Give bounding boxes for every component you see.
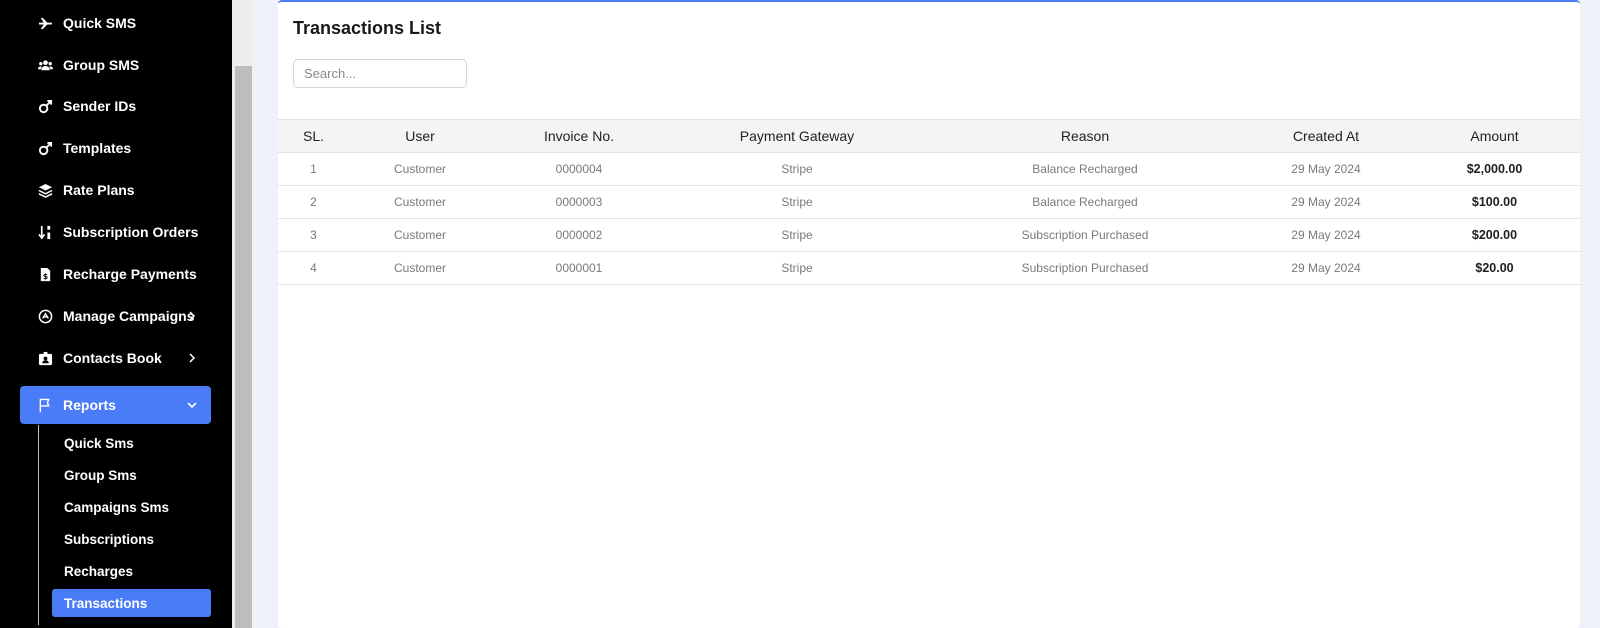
column-header-created-at[interactable]: Created At	[1243, 119, 1409, 153]
cell-sl: 4	[278, 251, 349, 285]
cell-gateway: Stripe	[667, 251, 927, 285]
cell-invoice: 0000001	[491, 251, 667, 285]
column-header-user[interactable]: User	[349, 119, 491, 153]
sidebar-item-label: Sender IDs	[63, 98, 137, 114]
transactions-card: Transactions List SL. User Invoice No. P…	[278, 0, 1580, 628]
table-header-row: SL. User Invoice No. Payment Gateway Rea…	[278, 119, 1580, 153]
submenu-item-label: Recharges	[64, 563, 134, 579]
column-header-sl[interactable]: SL.	[278, 119, 349, 153]
cell-amount: $200.00	[1409, 218, 1580, 252]
cell-sl: 1	[278, 152, 349, 186]
mars-icon	[37, 140, 53, 156]
flag-icon	[37, 397, 53, 413]
submenu-item-subscriptions[interactable]: Subscriptions	[52, 525, 211, 553]
sidebar-item-label: Manage Campaigns	[63, 308, 195, 324]
cell-gateway: Stripe	[667, 185, 927, 219]
page-title: Transactions List	[293, 18, 442, 38]
sidebar: Quick SMS Group SMS Sender IDs Templates…	[0, 0, 232, 628]
cell-user: Customer	[349, 251, 491, 285]
column-header-amount[interactable]: Amount	[1409, 119, 1580, 153]
sidebar-item-sender-ids[interactable]: Sender IDs	[20, 87, 211, 125]
table-row: 4 Customer 0000001 Stripe Subscription P…	[278, 251, 1580, 285]
sidebar-item-label: Group SMS	[63, 57, 140, 73]
sidebar-scrollbar-thumb[interactable]	[235, 66, 252, 628]
search-input[interactable]	[293, 59, 467, 88]
cell-sl: 3	[278, 218, 349, 252]
column-header-reason[interactable]: Reason	[927, 119, 1243, 153]
svg-text:$: $	[42, 272, 47, 281]
cell-sl: 2	[278, 185, 349, 219]
sidebar-item-subscription-orders[interactable]: Subscription Orders	[20, 213, 211, 251]
column-header-payment-gateway[interactable]: Payment Gateway	[667, 119, 927, 153]
sidebar-item-manage-campaigns[interactable]: Manage Campaigns	[20, 297, 211, 335]
sidebar-item-label: Recharge Payments	[63, 266, 197, 282]
contact-card-icon	[37, 350, 53, 366]
table-row: 3 Customer 0000002 Stripe Subscription P…	[278, 218, 1580, 252]
campaign-icon	[37, 308, 53, 324]
cell-created-at: 29 May 2024	[1243, 251, 1409, 285]
sidebar-item-group-sms[interactable]: Group SMS	[20, 46, 211, 84]
invoice-dollar-icon: $	[37, 266, 53, 282]
table-row: 1 Customer 0000004 Stripe Balance Rechar…	[278, 152, 1580, 186]
sidebar-item-recharge-payments[interactable]: $ Recharge Payments	[20, 255, 211, 293]
users-icon	[37, 57, 53, 73]
sidebar-item-templates[interactable]: Templates	[20, 129, 211, 167]
sort-icon	[37, 224, 53, 240]
cell-amount: $100.00	[1409, 185, 1580, 219]
submenu-item-label: Campaigns Sms	[64, 499, 170, 515]
transactions-table: SL. User Invoice No. Payment Gateway Rea…	[278, 119, 1580, 285]
layers-icon	[37, 182, 53, 198]
submenu-item-campaigns-sms[interactable]: Campaigns Sms	[52, 493, 211, 521]
sidebar-item-label: Reports	[63, 397, 116, 413]
cell-gateway: Stripe	[667, 152, 927, 186]
column-header-invoice[interactable]: Invoice No.	[491, 119, 667, 153]
mars-icon	[37, 98, 53, 114]
sidebar-item-label: Rate Plans	[63, 182, 135, 198]
sidebar-item-contacts-book[interactable]: Contacts Book	[20, 339, 211, 377]
submenu-item-label: Transactions	[64, 595, 148, 611]
table-row: 2 Customer 0000003 Stripe Balance Rechar…	[278, 185, 1580, 219]
submenu-guide-line	[38, 425, 39, 625]
submenu-item-group-sms[interactable]: Group Sms	[52, 461, 211, 489]
chevron-right-icon	[189, 311, 196, 321]
cell-amount: $20.00	[1409, 251, 1580, 285]
cell-reason: Balance Recharged	[927, 185, 1243, 219]
cell-amount: $2,000.00	[1409, 152, 1580, 186]
submenu-item-recharges[interactable]: Recharges	[52, 557, 211, 585]
cell-created-at: 29 May 2024	[1243, 152, 1409, 186]
sidebar-item-label: Templates	[63, 140, 132, 156]
sidebar-item-label: Subscription Orders	[63, 224, 199, 240]
cell-reason: Subscription Purchased	[927, 218, 1243, 252]
cell-user: Customer	[349, 185, 491, 219]
sidebar-item-label: Contacts Book	[63, 350, 162, 366]
cell-reason: Balance Recharged	[927, 152, 1243, 186]
sidebar-item-rate-plans[interactable]: Rate Plans	[20, 171, 211, 209]
sidebar-item-label: Quick SMS	[63, 15, 137, 31]
cell-invoice: 0000002	[491, 218, 667, 252]
cell-reason: Subscription Purchased	[927, 251, 1243, 285]
cell-user: Customer	[349, 218, 491, 252]
cell-created-at: 29 May 2024	[1243, 185, 1409, 219]
cell-created-at: 29 May 2024	[1243, 218, 1409, 252]
sidebar-item-reports[interactable]: Reports	[20, 386, 211, 424]
submenu-item-label: Quick Sms	[64, 435, 134, 451]
plane-icon	[37, 15, 53, 31]
submenu-item-label: Group Sms	[64, 467, 137, 483]
submenu-item-label: Subscriptions	[64, 531, 155, 547]
submenu-item-transactions[interactable]: Transactions	[52, 589, 211, 617]
cell-gateway: Stripe	[667, 218, 927, 252]
cell-user: Customer	[349, 152, 491, 186]
submenu-item-quick-sms[interactable]: Quick Sms	[52, 429, 211, 457]
cell-invoice: 0000003	[491, 185, 667, 219]
chevron-right-icon	[189, 353, 196, 363]
chevron-down-icon	[187, 402, 197, 409]
cell-invoice: 0000004	[491, 152, 667, 186]
sidebar-item-quick-sms[interactable]: Quick SMS	[20, 4, 211, 42]
